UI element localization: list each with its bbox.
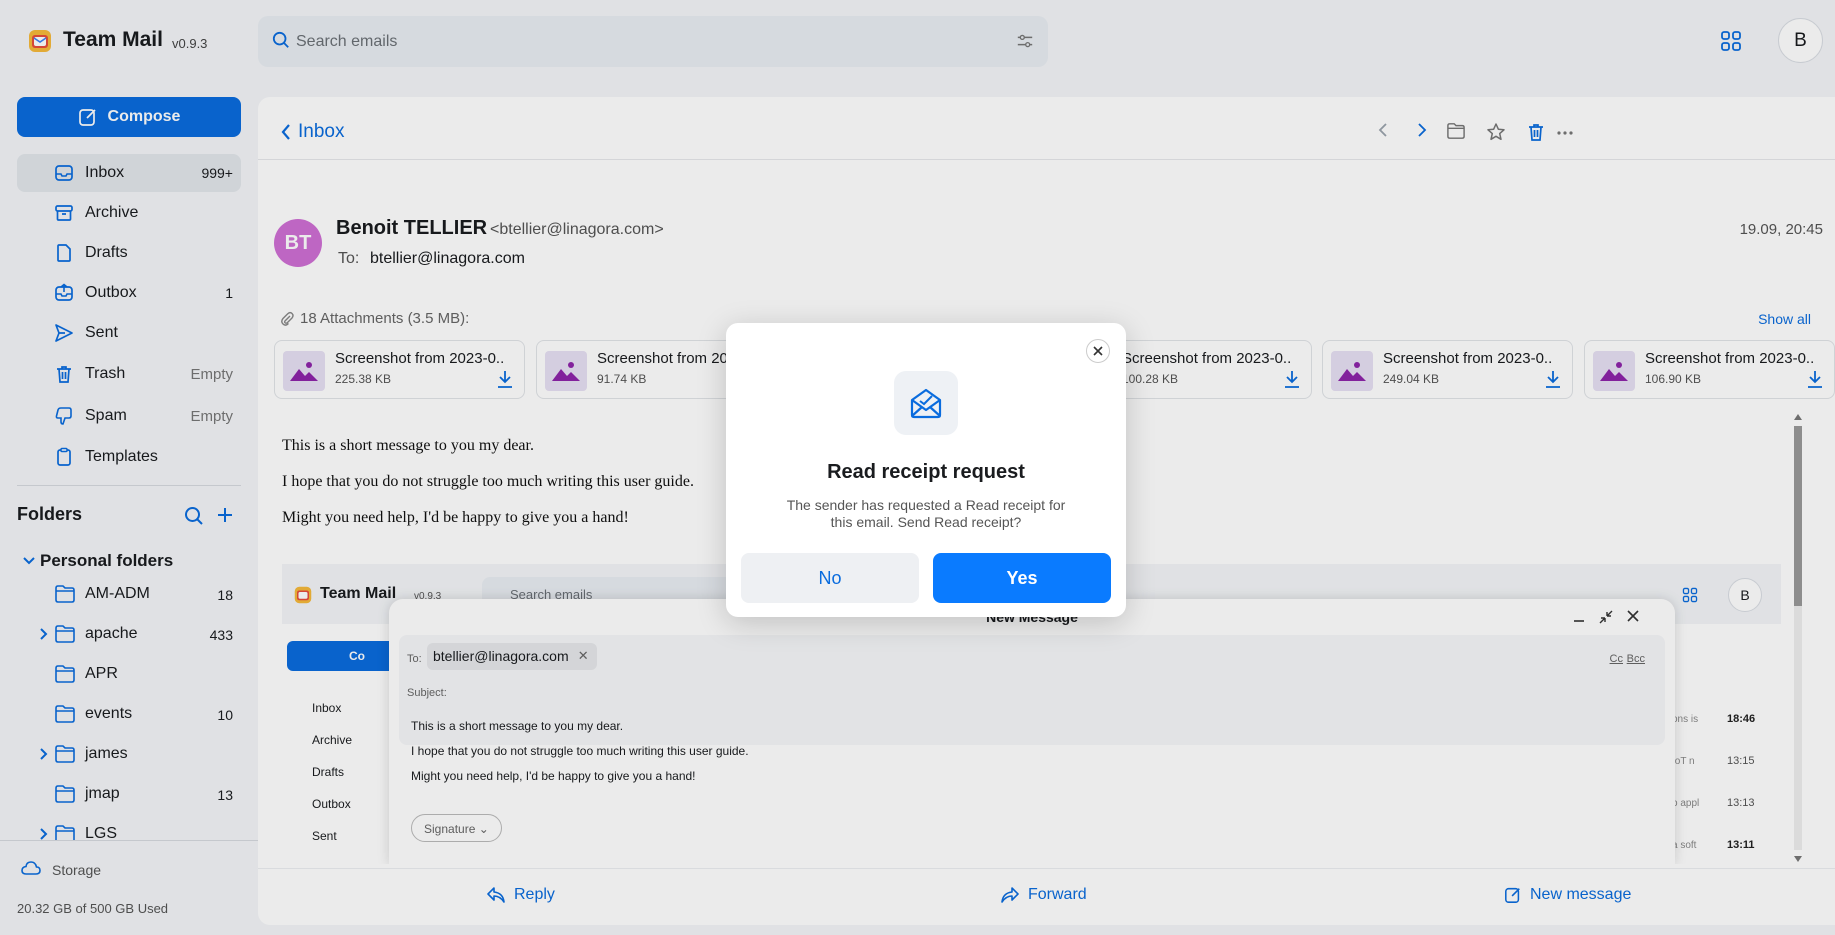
dialog-title: Read receipt request bbox=[827, 461, 1025, 483]
no-button[interactable]: No bbox=[741, 553, 919, 603]
read-receipt-dialog: Read receipt request The sender has requ… bbox=[726, 323, 1126, 617]
dialog-message: The sender has requested a Read receipt … bbox=[786, 497, 1066, 530]
close-dialog-button[interactable] bbox=[1086, 339, 1110, 363]
dialog-icon-container bbox=[894, 371, 958, 435]
yes-button[interactable]: Yes bbox=[933, 553, 1111, 603]
envelope-open-icon bbox=[910, 388, 942, 419]
close-icon bbox=[1093, 346, 1103, 356]
